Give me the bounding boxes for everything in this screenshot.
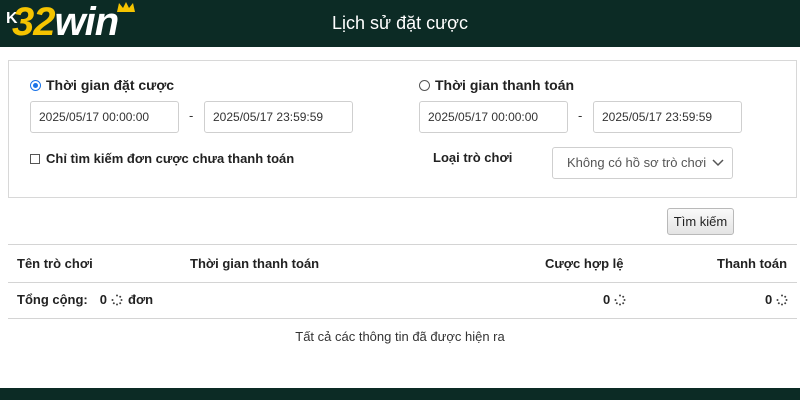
- payment-time-label: Thời gian thanh toán: [435, 77, 575, 93]
- filter-panel: Thời gian đặt cược 2025/05/17 00:00:00 -…: [8, 60, 797, 198]
- game-type-value: Không có hồ sơ trò chơi: [567, 155, 707, 170]
- bet-time-separator: -: [189, 108, 194, 123]
- page-title: Lịch sử đặt cược: [332, 13, 468, 33]
- loading-spinner-icon: [111, 294, 123, 305]
- bottom-bar: [0, 388, 800, 400]
- bet-time-option[interactable]: Thời gian đặt cược: [30, 77, 174, 93]
- totals-count-unit: đơn: [128, 292, 154, 307]
- loading-spinner-icon: [614, 294, 626, 305]
- totals-payout-cell: 0: [765, 292, 788, 307]
- totals-row: Tổng cộng: 0 đơn: [17, 292, 153, 307]
- table-header-divider: [8, 282, 797, 283]
- app-header: K 32win Lịch sử đặt cược: [0, 0, 800, 47]
- column-header-payment-time: Thời gian thanh toán: [190, 256, 320, 271]
- payment-time-to-input[interactable]: 2025/05/17 23:59:59: [593, 101, 742, 133]
- search-button[interactable]: Tìm kiếm: [667, 208, 734, 235]
- payment-time-option[interactable]: Thời gian thanh toán: [419, 77, 574, 93]
- totals-label: Tổng cộng:: [17, 292, 88, 307]
- loading-spinner-icon: [776, 294, 788, 305]
- table-top-divider: [8, 244, 797, 245]
- totals-valid-bet-cell: 0: [603, 292, 626, 307]
- game-type-select[interactable]: Không có hồ sơ trò chơi: [552, 147, 733, 179]
- column-header-payout: Thanh toán: [717, 256, 788, 271]
- column-header-valid-bet: Cược hợp lệ: [545, 256, 624, 271]
- unpaid-only-checkbox[interactable]: [30, 153, 40, 164]
- end-of-results-message: Tất cả các thông tin đã được hiện ra: [295, 329, 505, 344]
- table-body-divider: [8, 318, 797, 319]
- chevron-down-icon: [712, 159, 724, 167]
- bet-time-to-input[interactable]: 2025/05/17 23:59:59: [204, 101, 353, 133]
- payment-time-separator: -: [578, 108, 583, 123]
- totals-payout: 0: [765, 292, 773, 307]
- totals-count: 0: [99, 292, 107, 307]
- payment-time-radio[interactable]: [419, 79, 430, 91]
- game-type-label: Loại trò chơi: [433, 150, 513, 165]
- bet-time-from-input[interactable]: 2025/05/17 00:00:00: [30, 101, 179, 133]
- totals-valid-bet: 0: [603, 292, 611, 307]
- payment-time-from-input[interactable]: 2025/05/17 00:00:00: [419, 101, 568, 133]
- unpaid-only-option[interactable]: Chỉ tìm kiếm đơn cược chưa thanh toán: [30, 151, 294, 166]
- bet-time-label: Thời gian đặt cược: [46, 77, 175, 93]
- bet-time-radio[interactable]: [30, 79, 41, 91]
- column-header-game-name: Tên trò chơi: [17, 256, 93, 271]
- unpaid-only-label: Chỉ tìm kiếm đơn cược chưa thanh toán: [46, 151, 295, 166]
